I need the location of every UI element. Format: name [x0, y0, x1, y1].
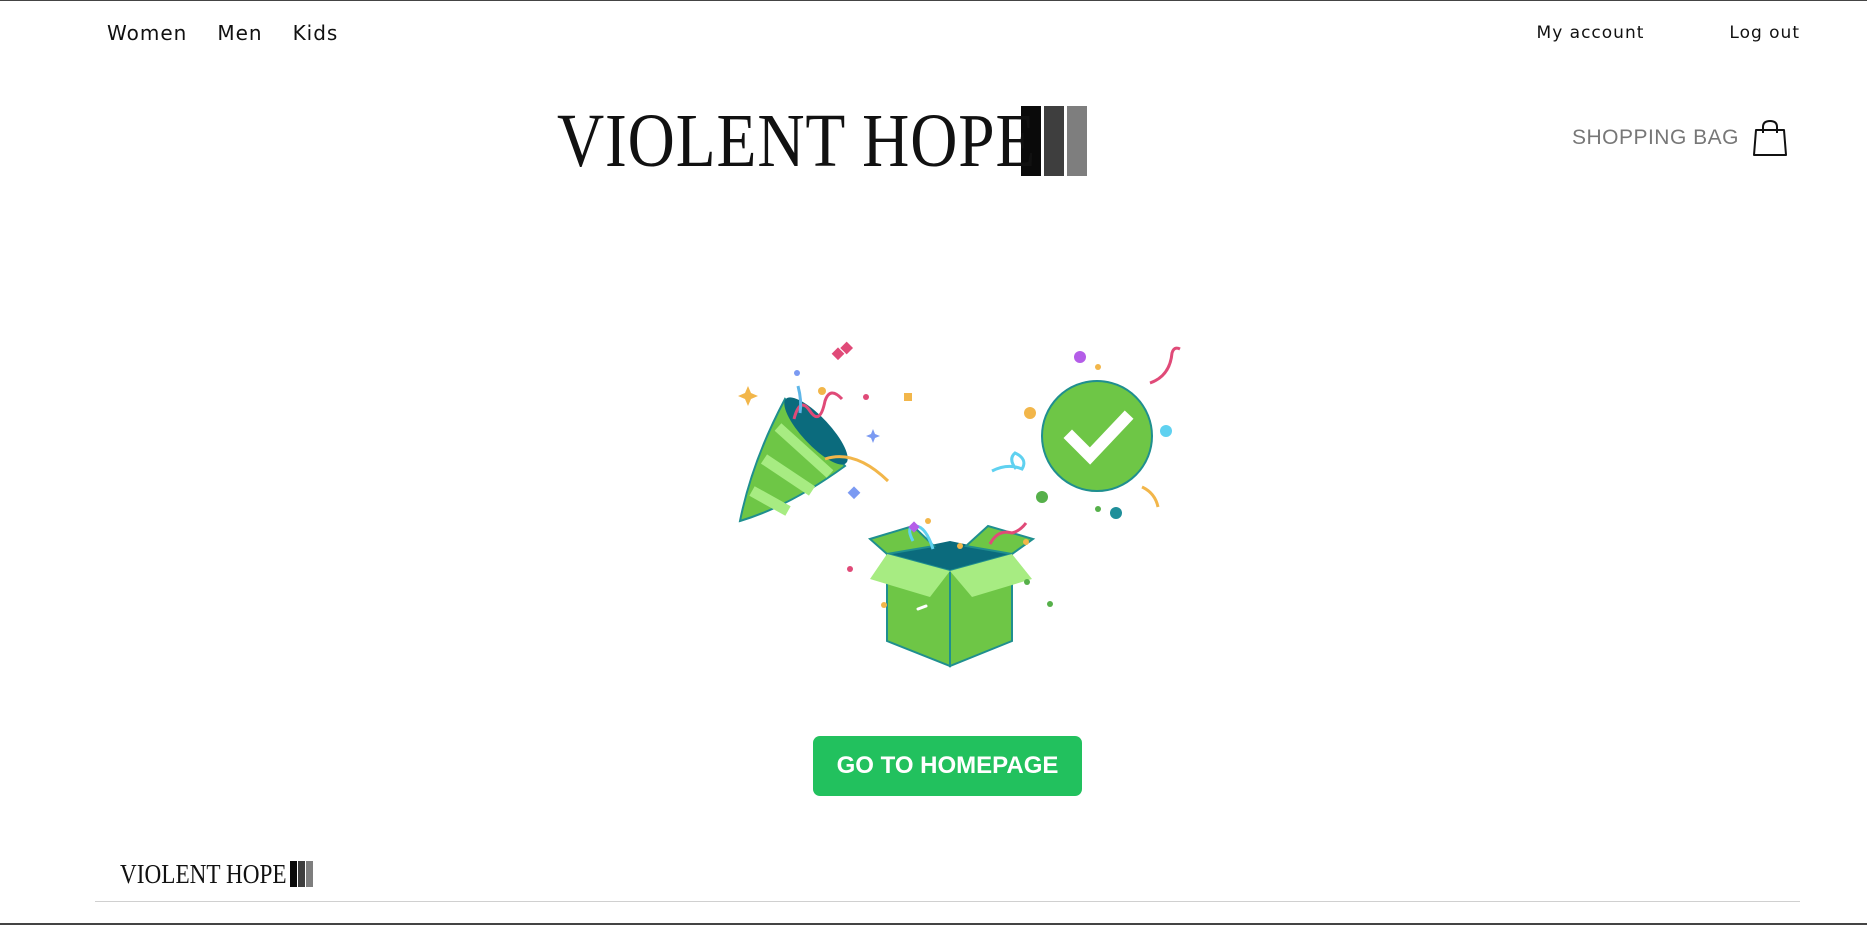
open-gift-box-icon [847, 518, 1053, 668]
brand-name: VIOLENT HOPE [557, 99, 1037, 183]
nav-kids[interactable]: Kids [293, 21, 339, 45]
footer-brand-bars-icon [290, 861, 313, 887]
footer-brand-logo[interactable]: VIOLENT HOPE [120, 859, 313, 889]
nav-men[interactable]: Men [217, 21, 262, 45]
my-account-link[interactable]: My account [1537, 23, 1645, 43]
party-popper-icon [738, 341, 912, 523]
shopping-bag-icon [1753, 119, 1787, 156]
nav-women[interactable]: Women [107, 21, 187, 45]
go-to-homepage-button[interactable]: GO TO HOMEPAGE [813, 736, 1082, 796]
footer-brand-name: VIOLENT HOPE [120, 859, 287, 889]
shopping-bag-button[interactable]: SHOPPING BAG [1572, 119, 1787, 157]
order-success-illustration [738, 341, 1181, 668]
account-nav: My account Log out [1537, 23, 1800, 43]
brand-logo[interactable]: VIOLENT HOPE [557, 99, 1087, 183]
category-nav: Women Men Kids [107, 21, 338, 45]
check-circle-icon [991, 346, 1181, 519]
log-out-link[interactable]: Log out [1729, 23, 1800, 43]
footer-divider [95, 901, 1800, 902]
shopping-bag-label: SHOPPING BAG [1571, 126, 1739, 149]
